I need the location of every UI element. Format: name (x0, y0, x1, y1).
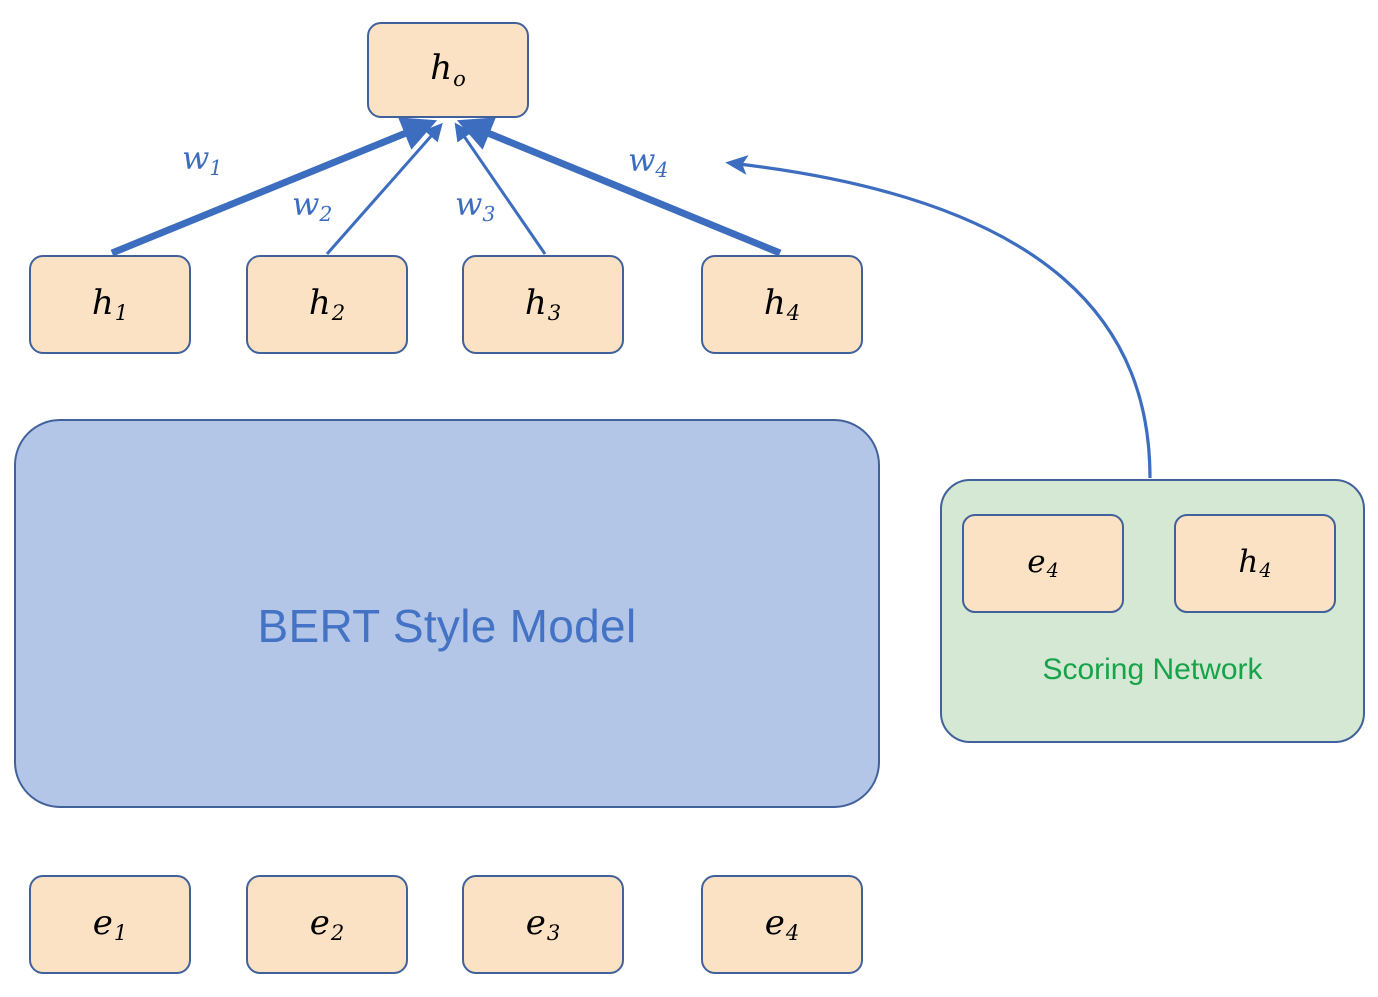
node-label: e4 (764, 902, 800, 946)
weight-label-w2: w2 (292, 185, 333, 227)
node-label: e1 (92, 902, 128, 946)
bert-style-model-box[interactable]: BERT Style Model (14, 419, 880, 808)
node-e1[interactable]: e1 (29, 875, 191, 974)
node-label: h4 (1238, 543, 1272, 583)
edge-w1 (110, 117, 438, 257)
weight-label-w4: w4 (628, 141, 669, 183)
node-e2[interactable]: e2 (246, 875, 408, 974)
node-h3[interactable]: h3 (462, 255, 624, 354)
node-label: e3 (525, 902, 561, 946)
node-label: h2 (308, 282, 346, 326)
node-label: h1 (91, 282, 129, 326)
diagram-canvas: ho w1 w2 w3 w4 h1 h2 h3 h4 BERT Style Mo… (0, 0, 1378, 997)
bert-style-model-label: BERT Style Model (257, 600, 637, 652)
scoring-network-label: Scoring Network (1042, 653, 1263, 686)
node-h2[interactable]: h2 (246, 255, 408, 354)
node-h-output[interactable]: ho (367, 22, 529, 118)
node-scoring-input-e4[interactable]: e4 (962, 514, 1124, 613)
node-e3[interactable]: e3 (462, 875, 624, 974)
weight-label-w3: w3 (455, 185, 496, 227)
node-h1[interactable]: h1 (29, 255, 191, 354)
weight-label-w1: w1 (182, 139, 223, 181)
node-h4[interactable]: h4 (701, 255, 863, 354)
node-e4[interactable]: e4 (701, 875, 863, 974)
edge-w2 (325, 122, 443, 255)
node-label: ho (430, 48, 466, 91)
node-label: e4 (1027, 543, 1059, 583)
node-label: h4 (763, 282, 801, 326)
node-scoring-input-h4[interactable]: h4 (1174, 514, 1336, 613)
edge-w4 (456, 117, 782, 257)
node-label: e2 (309, 902, 345, 946)
node-label: h3 (524, 282, 562, 326)
